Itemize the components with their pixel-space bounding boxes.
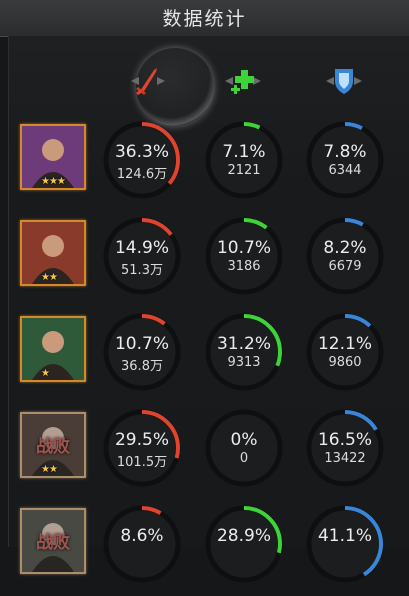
stat-percent: 12.1% (317, 334, 372, 354)
damage-stat-ring: 8.6% (102, 504, 182, 584)
stat-value: 9860 (328, 355, 362, 370)
stat-value: 13422 (324, 451, 366, 466)
stat-percent: 0% (230, 430, 258, 450)
damage-stat-ring: 10.7% 36.8万 (102, 312, 182, 392)
hero-avatar (22, 318, 84, 380)
heal-stat-ring: 0% 0 (204, 408, 284, 488)
heal-stat-ring: 7.1% 2121 (204, 120, 284, 200)
star-rating: ★ (41, 368, 50, 379)
star-rating: ★★ (41, 464, 58, 475)
heal-stat-ring: 28.9% (204, 504, 284, 584)
tank-stat-ring: 41.1% (305, 504, 385, 584)
defeated-label: 战败 (36, 533, 70, 553)
hero-row: ★★ 14.9% 51.3万 10.7% 3186 8.2% 6679 (0, 216, 409, 308)
stat-value: 101.5万 (116, 455, 168, 470)
stat-percent: 8.2% (323, 238, 367, 258)
stat-value: 36.8万 (121, 359, 163, 374)
stat-percent: 7.8% (323, 142, 367, 162)
tank-stat-ring: 7.8% 6344 (305, 120, 385, 200)
stat-percent: 7.1% (222, 142, 266, 162)
stat-percent: 36.3% (114, 142, 169, 162)
header-bar: 数据统计 (0, 0, 409, 37)
stat-percent: 10.7% (216, 238, 271, 258)
heal-stat-ring: 10.7% 3186 (204, 216, 284, 296)
stat-percent: 10.7% (114, 334, 169, 354)
attack-sword-icon[interactable] (127, 60, 169, 102)
hero-row: 战败 8.6% 28.9% 41.1% (0, 504, 409, 596)
star-rating: ★★ (41, 272, 58, 283)
stat-percent: 14.9% (114, 238, 169, 258)
damage-stat-ring: 36.3% 124.6万 (102, 120, 182, 200)
defeated-label: 战败 (36, 437, 70, 457)
stat-value: 2121 (227, 163, 261, 178)
stat-percent: 28.9% (216, 526, 271, 546)
stat-value: 6679 (328, 259, 362, 274)
stat-value: 51.3万 (121, 263, 163, 278)
stat-value: 3186 (227, 259, 261, 274)
tank-stat-ring: 8.2% 6679 (305, 216, 385, 296)
heal-stat-ring: 31.2% 9313 (204, 312, 284, 392)
stat-percent: 16.5% (317, 430, 372, 450)
hero-row: ★ 10.7% 36.8万 31.2% 9313 12.1% 9860 (0, 312, 409, 404)
stat-percent: 29.5% (114, 430, 169, 450)
hero-portrait[interactable] (20, 316, 86, 382)
stat-value: 0 (239, 451, 249, 466)
star-rating: ★★★ (41, 176, 66, 187)
shield-icon[interactable] (323, 60, 365, 102)
page-title: 数据统计 (162, 8, 247, 30)
stat-value: 6344 (328, 163, 362, 178)
stat-percent: 31.2% (216, 334, 271, 354)
hero-row: 战败 ★★ 29.5% 101.5万 0% 0 16.5% 13422 (0, 408, 409, 500)
stat-percent: 8.6% (120, 526, 164, 546)
damage-stat-ring: 29.5% 101.5万 (102, 408, 182, 488)
tank-stat-ring: 16.5% 13422 (305, 408, 385, 488)
tank-stat-ring: 12.1% 9860 (305, 312, 385, 392)
stat-value: 9313 (227, 355, 261, 370)
hero-row: ★★★ 36.3% 124.6万 7.1% 2121 7.8% 6344 (0, 120, 409, 212)
stat-percent: 41.1% (317, 526, 372, 546)
damage-stat-ring: 14.9% 51.3万 (102, 216, 182, 296)
hero-portrait[interactable]: 战败 (20, 508, 86, 574)
stat-value: 124.6万 (116, 167, 168, 182)
heal-cross-icon[interactable] (222, 60, 264, 102)
